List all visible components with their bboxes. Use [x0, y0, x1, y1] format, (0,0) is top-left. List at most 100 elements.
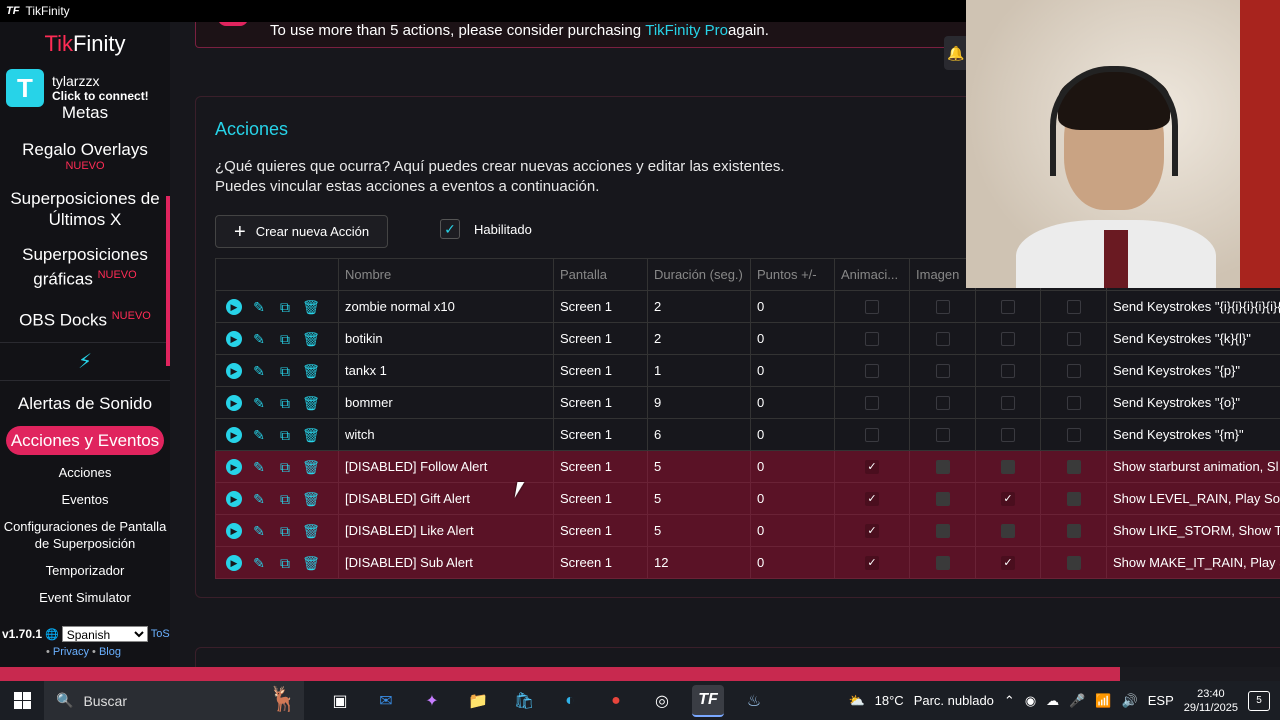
animation-checkbox[interactable] — [865, 363, 879, 378]
sidebar-item-alertas-sonido[interactable]: Alertas de Sonido — [0, 387, 170, 420]
extra1-checkbox[interactable] — [1001, 363, 1015, 378]
extra2-checkbox[interactable] — [1066, 555, 1081, 570]
extra1-checkbox[interactable] — [1001, 523, 1015, 538]
notification-icon[interactable]: 5 — [1248, 690, 1270, 711]
col-duracion[interactable]: Duración (seg.) — [647, 258, 751, 291]
play-icon[interactable]: ▶ — [226, 330, 242, 347]
extra1-checkbox[interactable] — [1001, 331, 1015, 346]
extra2-checkbox[interactable] — [1066, 331, 1081, 346]
extra2-checkbox[interactable] — [1066, 459, 1081, 474]
play-icon[interactable]: ▶ — [226, 458, 242, 475]
enabled-toggle[interactable]: ✓ Habilitado — [440, 219, 532, 239]
extra1-checkbox[interactable]: ✓ — [1001, 491, 1015, 506]
extra2-checkbox[interactable] — [1066, 363, 1081, 378]
delete-icon[interactable]: 🗑 — [302, 300, 320, 314]
blog-link[interactable]: Blog — [99, 646, 121, 658]
pro-link[interactable]: TikFinity Pro — [645, 22, 728, 39]
copy-icon[interactable]: ⧉ — [276, 492, 294, 506]
animation-checkbox[interactable]: ✓ — [865, 459, 879, 474]
animation-checkbox[interactable] — [865, 427, 879, 442]
task-view-icon[interactable]: ▣ — [324, 685, 356, 717]
play-icon[interactable]: ▶ — [226, 362, 242, 379]
copy-icon[interactable]: ⧉ — [276, 428, 294, 442]
extra2-checkbox[interactable] — [1066, 395, 1081, 410]
col-puntos[interactable]: Puntos +/- — [750, 258, 835, 291]
table-row[interactable]: ▶ ✎ ⧉ 🗑 [DISABLED] Like Alert Screen 1 5 0 ✓… — [215, 514, 1280, 547]
microphone-icon[interactable]: 🎤 — [1069, 693, 1085, 709]
copy-icon[interactable]: ⧉ — [276, 364, 294, 378]
tos-link[interactable]: ToS — [151, 628, 170, 640]
col-nombre[interactable]: Nombre — [338, 258, 554, 291]
table-row[interactable]: ▶ ✎ ⧉ 🗑 [DISABLED] Sub Alert Screen 1 12 0 ✓… — [215, 546, 1280, 579]
edit-icon[interactable]: ✎ — [250, 460, 268, 474]
obs-icon[interactable]: ◎ — [646, 685, 678, 717]
edit-icon[interactable]: ✎ — [250, 428, 268, 442]
sidebar-item-obs-docks[interactable]: OBS Docks NUEVO — [0, 300, 170, 337]
play-icon[interactable]: ▶ — [226, 394, 242, 411]
sidebar-item-acciones-eventos[interactable]: Acciones y Eventos — [6, 426, 164, 456]
table-row[interactable]: ▶ ✎ ⧉ 🗑 [DISABLED] Follow Alert Screen 15… — [215, 450, 1280, 483]
image-checkbox[interactable] — [935, 555, 950, 570]
table-row[interactable]: ▶ ✎ ⧉ 🗑 botikin Screen 1 2 0 Send Keystrokes… — [215, 322, 1280, 355]
steam-icon[interactable]: ♨ — [738, 685, 770, 717]
delete-icon[interactable]: 🗑 — [302, 428, 320, 442]
chevron-up-icon[interactable]: ⌃ — [1004, 693, 1015, 709]
sidebar-subitem-eventos[interactable]: Eventos — [0, 486, 170, 513]
copy-icon[interactable]: ⧉ — [276, 524, 294, 538]
image-checkbox[interactable] — [935, 363, 950, 378]
col-pantalla[interactable]: Pantalla — [553, 258, 648, 291]
taskbar-search[interactable]: 🔍 Buscar 🦌 — [44, 681, 304, 720]
play-icon[interactable]: ▶ — [226, 490, 242, 507]
edit-icon[interactable]: ✎ — [250, 492, 268, 506]
image-checkbox[interactable] — [935, 299, 950, 314]
edit-icon[interactable]: ✎ — [250, 556, 268, 570]
outlook-icon[interactable]: ✉ — [370, 685, 402, 717]
play-icon[interactable]: ▶ — [226, 298, 242, 315]
animation-checkbox[interactable]: ✓ — [865, 523, 879, 538]
delete-icon[interactable]: 🗑 — [302, 460, 320, 474]
play-icon[interactable]: ▶ — [226, 522, 242, 539]
animation-checkbox[interactable]: ✓ — [865, 555, 879, 570]
cloud-icon[interactable]: ☁ — [1046, 693, 1059, 709]
image-checkbox[interactable] — [935, 395, 950, 410]
sidebar-subitem-temporizador[interactable]: Temporizador — [0, 557, 170, 584]
col-animacion[interactable]: Animaci... — [834, 258, 910, 291]
privacy-link[interactable]: Privacy — [53, 646, 89, 658]
bell-icon[interactable]: 🔔 — [944, 36, 968, 70]
table-row[interactable]: ▶ ✎ ⧉ 🗑 witch Screen 1 6 0 Send Keystrokes "… — [215, 418, 1280, 451]
copy-icon[interactable]: ⧉ — [276, 460, 294, 474]
sidebar-subitem-acciones[interactable]: Acciones — [0, 459, 170, 486]
clock[interactable]: 23:40 29/11/2025 — [1184, 687, 1238, 715]
edit-icon[interactable]: ✎ — [250, 524, 268, 538]
extra2-checkbox[interactable] — [1066, 427, 1081, 442]
tikfinity-taskbar-icon[interactable]: TF — [692, 684, 724, 717]
store-icon[interactable]: 🛍 — [508, 685, 540, 717]
create-action-button[interactable]: + Crear nueva Acción — [215, 215, 388, 248]
image-checkbox[interactable] — [935, 331, 950, 346]
table-row[interactable]: ▶ ✎ ⧉ 🗑 tankx 1 Screen 1 1 0 Send Keystrokes… — [215, 354, 1280, 387]
extra1-checkbox[interactable]: ✓ — [1001, 555, 1015, 570]
sidebar-item-ultimos-x[interactable]: Superposiciones de Últimos X — [0, 182, 170, 236]
extra2-checkbox[interactable] — [1066, 299, 1081, 314]
delete-icon[interactable]: 🗑 — [302, 332, 320, 346]
wifi-icon[interactable]: 📶 — [1095, 693, 1111, 709]
edit-icon[interactable]: ✎ — [250, 332, 268, 346]
weather-desc[interactable]: Parc. nublado — [914, 693, 994, 708]
animation-checkbox[interactable] — [865, 331, 879, 346]
table-row[interactable]: ▶ ✎ ⧉ 🗑 bommer Screen 1 9 0 Send Keystrokes … — [215, 386, 1280, 419]
edit-icon[interactable]: ✎ — [250, 300, 268, 314]
delete-icon[interactable]: 🗑 — [302, 364, 320, 378]
extra1-checkbox[interactable] — [1001, 427, 1015, 442]
language-indicator[interactable]: ESP — [1148, 693, 1174, 708]
image-checkbox[interactable] — [935, 459, 950, 474]
play-icon[interactable]: ▶ — [226, 554, 242, 571]
extra1-checkbox[interactable] — [1001, 299, 1015, 314]
image-checkbox[interactable] — [935, 523, 950, 538]
tray-app-icon[interactable]: ◉ — [1025, 693, 1036, 709]
sidebar-subitem-configuraciones[interactable]: Configuraciones de Pantalla de Superposi… — [0, 513, 170, 557]
extra1-checkbox[interactable] — [1001, 459, 1015, 474]
delete-icon[interactable]: 🗑 — [302, 492, 320, 506]
copy-icon[interactable]: ⧉ — [276, 556, 294, 570]
language-select[interactable]: Spanish — [61, 626, 148, 642]
sidebar-item-superposiciones-graficas[interactable]: Superposiciones gráficas NUEVO — [0, 238, 170, 296]
